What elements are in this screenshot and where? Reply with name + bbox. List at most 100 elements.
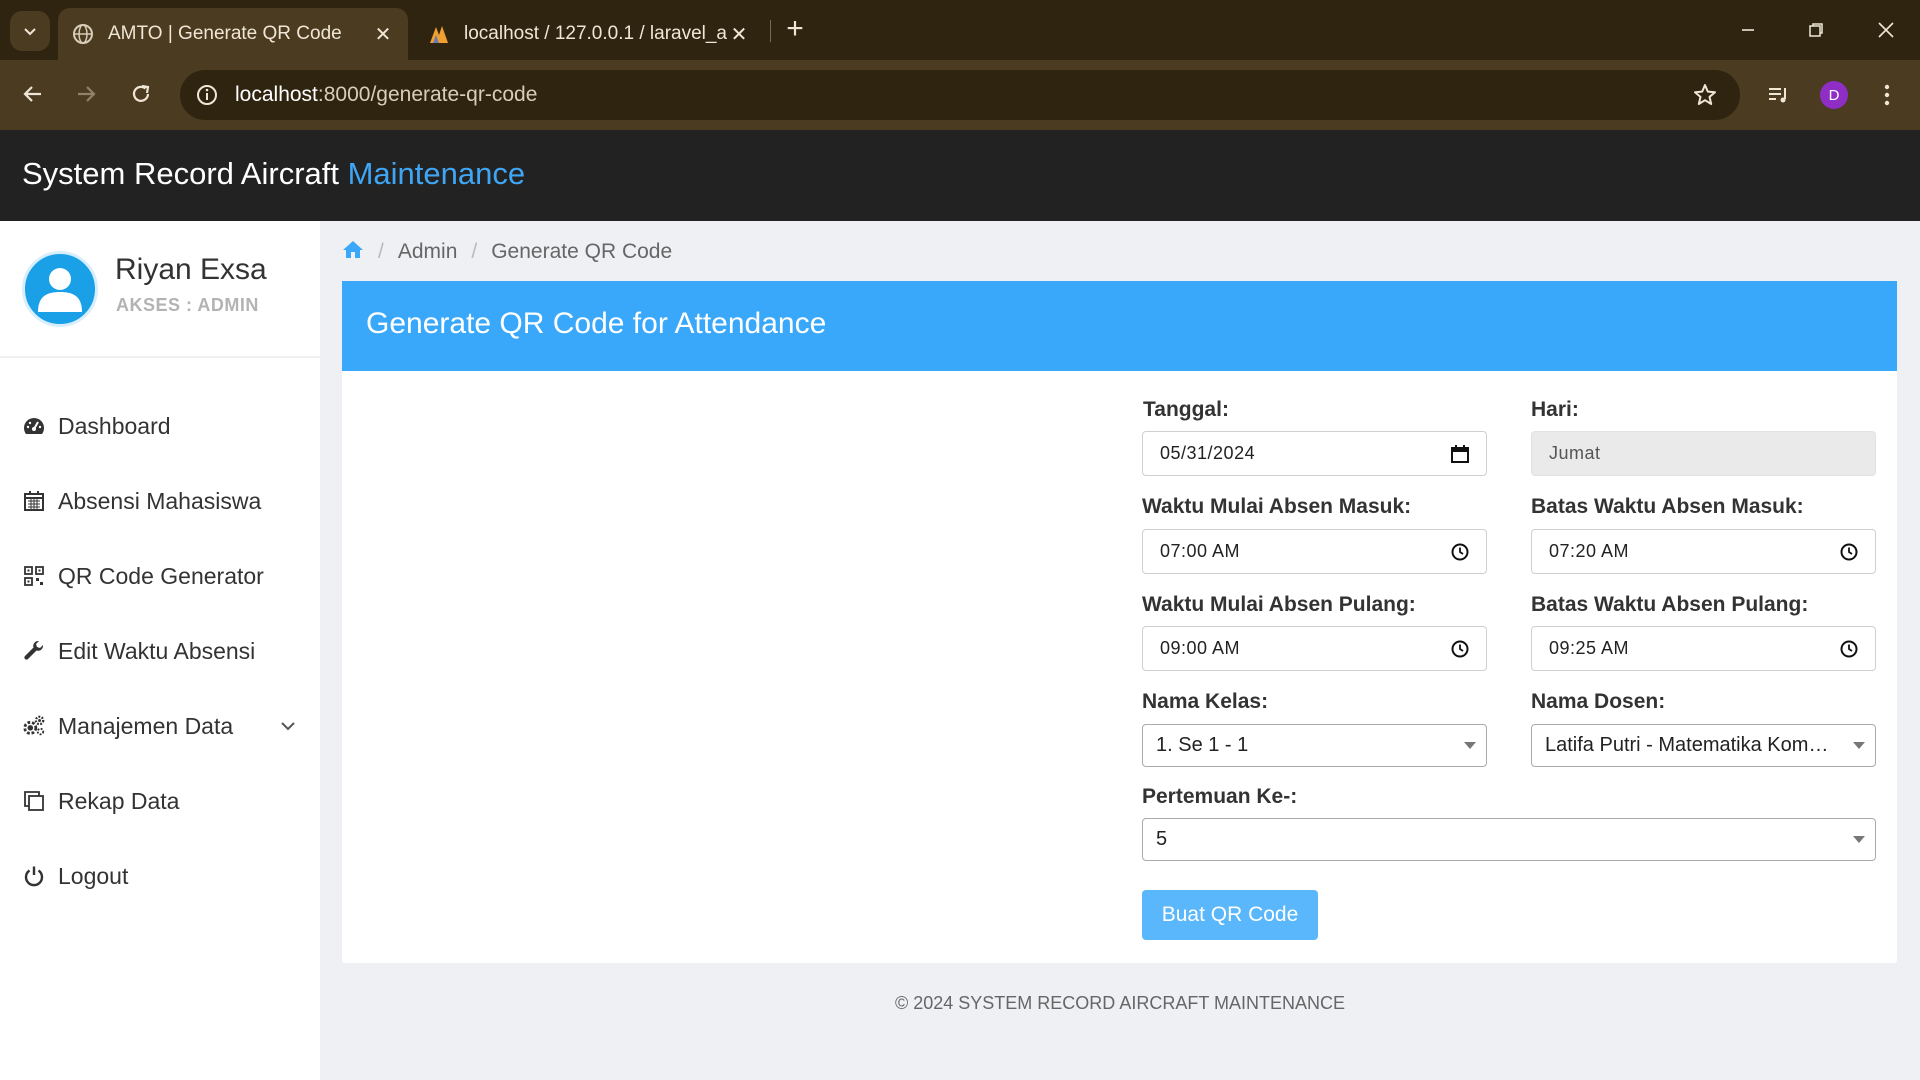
- dashboard-icon: [22, 414, 46, 438]
- wrench-icon: [22, 639, 46, 663]
- calendar-icon[interactable]: [1450, 444, 1470, 464]
- breadcrumb-separator: /: [378, 240, 384, 263]
- mulai-masuk-time-input[interactable]: 07:00 AM: [1142, 529, 1487, 574]
- url-text: localhost:8000/generate-qr-code: [235, 83, 538, 106]
- clock-icon[interactable]: [1450, 542, 1470, 562]
- home-icon[interactable]: [342, 239, 364, 265]
- browser-toolbar: localhost:8000/generate-qr-code D: [0, 60, 1920, 130]
- tab-separator: [770, 20, 771, 42]
- sidebar-item-qr-code-generator[interactable]: QR Code Generator: [0, 546, 320, 606]
- browser-tab-bar: AMTO | Generate QR Code ✕ localhost / 12…: [0, 0, 1920, 60]
- site-info-icon[interactable]: [194, 82, 220, 108]
- media-control-icon[interactable]: [1761, 78, 1795, 112]
- app-brand[interactable]: System Record Aircraft Maintenance: [22, 156, 525, 192]
- dosen-label: Nama Dosen:: [1531, 690, 1666, 713]
- sidebar-item-label: Edit Waktu Absensi: [58, 637, 256, 664]
- sidebar-item-label: Logout: [58, 862, 129, 889]
- buat-qr-code-button[interactable]: Buat QR Code: [1142, 890, 1318, 940]
- phpmyadmin-icon: [430, 26, 448, 43]
- close-tab-icon[interactable]: ✕: [728, 22, 750, 47]
- mulai-pulang-time-input[interactable]: 09:00 AM: [1142, 626, 1487, 671]
- clock-icon[interactable]: [1450, 639, 1470, 659]
- browser-tab-active[interactable]: AMTO | Generate QR Code ✕: [58, 8, 408, 60]
- dosen-selected-value: Latifa Putri - Matematika Komputer: [1545, 734, 1855, 756]
- sidebar-item-label: Rekap Data: [58, 787, 180, 814]
- pertemuan-selected-value: 5: [1156, 828, 1168, 850]
- dosen-select[interactable]: Latifa Putri - Matematika Komputer: [1531, 724, 1876, 767]
- breadcrumb-admin[interactable]: Admin: [398, 240, 458, 264]
- chevron-down-icon: [24, 28, 36, 36]
- hari-value: Jumat: [1549, 443, 1601, 463]
- chevron-down-icon: [281, 722, 295, 731]
- user-panel: Riyan Exsa AKSES : ADMIN: [0, 221, 320, 358]
- tanggal-label: Tanggal:: [1143, 398, 1229, 421]
- hari-label: Hari:: [1531, 398, 1579, 421]
- batas-pulang-value: 09:25 AM: [1549, 638, 1630, 658]
- tanggal-date-input[interactable]: 05/31/2024: [1142, 431, 1487, 476]
- profile-avatar[interactable]: D: [1820, 81, 1848, 109]
- app-header: System Record Aircraft Maintenance: [0, 130, 1920, 221]
- globe-icon: [73, 24, 93, 44]
- tab-search-button[interactable]: [10, 11, 50, 51]
- bookmark-star-icon[interactable]: [1692, 82, 1718, 108]
- qrcode-icon: [22, 564, 46, 588]
- sidebar-item-manajemen-data[interactable]: Manajemen Data: [0, 696, 320, 756]
- close-tab-icon[interactable]: ✕: [372, 22, 394, 47]
- hari-readonly-field: Jumat: [1531, 431, 1876, 476]
- batas-pulang-time-input[interactable]: 09:25 AM: [1531, 626, 1876, 671]
- forward-icon[interactable]: [68, 76, 104, 112]
- calendar-icon: [22, 489, 46, 513]
- sidebar-item-absensi-mahasiswa[interactable]: Absensi Mahasiswa: [0, 471, 320, 531]
- mulai-masuk-value: 07:00 AM: [1160, 541, 1241, 561]
- mulai-pulang-value: 09:00 AM: [1160, 638, 1241, 658]
- new-tab-icon[interactable]: +: [780, 14, 810, 44]
- user-avatar: [22, 251, 98, 327]
- breadcrumb-separator: /: [471, 240, 478, 263]
- user-icon: [38, 268, 82, 312]
- sidebar-item-logout[interactable]: Logout: [0, 846, 320, 906]
- batas-masuk-value: 07:20 AM: [1549, 541, 1630, 561]
- breadcrumb: / Admin / Generate QR Code: [342, 237, 672, 267]
- more-menu-icon[interactable]: [1870, 78, 1904, 112]
- copy-icon: [22, 789, 46, 813]
- mulai-pulang-label: Waktu Mulai Absen Pulang:: [1142, 593, 1416, 616]
- reload-icon[interactable]: [123, 76, 159, 112]
- card-header: Generate QR Code for Attendance: [342, 281, 1897, 371]
- clock-icon[interactable]: [1839, 639, 1859, 659]
- tab-title: AMTO | Generate QR Code: [108, 23, 342, 44]
- user-role: AKSES : ADMIN: [116, 295, 259, 315]
- kelas-label: Nama Kelas:: [1142, 690, 1269, 713]
- sidebar-item-dashboard[interactable]: Dashboard: [0, 396, 320, 456]
- clock-icon[interactable]: [1839, 542, 1859, 562]
- pertemuan-label: Pertemuan Ke-:: [1142, 785, 1298, 808]
- kelas-select[interactable]: 1. Se 1 - 1: [1142, 724, 1487, 767]
- sidebar-item-label: Dashboard: [58, 412, 171, 439]
- tanggal-value: 05/31/2024: [1160, 443, 1256, 463]
- kelas-selected-value: 1. Se 1 - 1: [1156, 734, 1249, 756]
- pertemuan-select[interactable]: 5: [1142, 818, 1876, 861]
- sidebar: Riyan Exsa AKSES : ADMIN Dashboard Absen…: [0, 221, 320, 1080]
- restore-icon[interactable]: [1798, 12, 1834, 48]
- address-bar[interactable]: localhost:8000/generate-qr-code: [180, 70, 1740, 120]
- batas-masuk-time-input[interactable]: 07:20 AM: [1531, 529, 1876, 574]
- back-icon[interactable]: [15, 76, 51, 112]
- mulai-masuk-label: Waktu Mulai Absen Masuk:: [1142, 495, 1412, 518]
- sidebar-item-edit-waktu-absensi[interactable]: Edit Waktu Absensi: [0, 621, 320, 681]
- dropdown-caret-icon: [1853, 836, 1865, 843]
- minimize-icon[interactable]: [1730, 12, 1766, 48]
- sidebar-item-label: Absensi Mahasiswa: [58, 487, 262, 514]
- sidebar-item-label: QR Code Generator: [58, 562, 264, 589]
- breadcrumb-current: Generate QR Code: [491, 240, 673, 263]
- browser-tab-inactive[interactable]: localhost / 127.0.0.1 / laravel_al ✕: [414, 8, 764, 60]
- cogs-icon: [22, 714, 46, 738]
- card-title: Generate QR Code for Attendance: [366, 307, 827, 340]
- sidebar-item-rekap-data[interactable]: Rekap Data: [0, 771, 320, 831]
- user-name: Riyan Exsa: [115, 253, 267, 286]
- dropdown-caret-icon: [1464, 742, 1476, 749]
- batas-pulang-label: Batas Waktu Absen Pulang:: [1531, 593, 1809, 616]
- sidebar-item-label: Manajemen Data: [58, 712, 234, 739]
- dropdown-caret-icon: [1853, 742, 1865, 749]
- page-footer: © 2024 SYSTEM RECORD AIRCRAFT MAINTENANC…: [894, 993, 1346, 1013]
- batas-masuk-label: Batas Waktu Absen Masuk:: [1531, 495, 1804, 518]
- close-window-icon[interactable]: [1868, 12, 1904, 48]
